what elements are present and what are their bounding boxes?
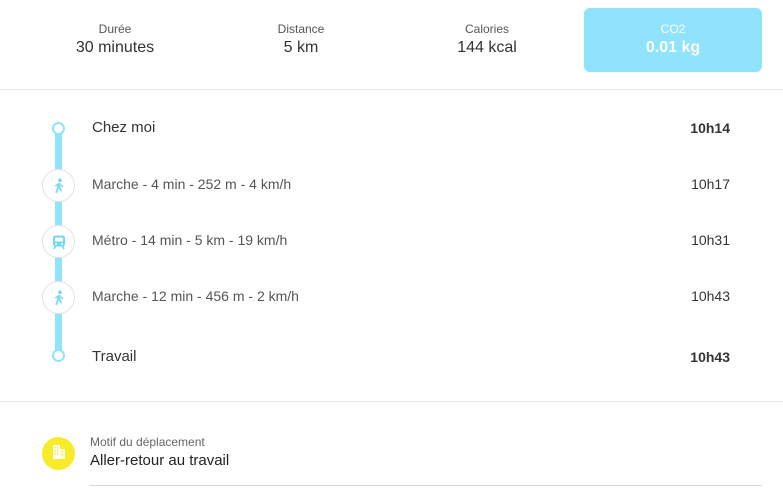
- walking-icon: [52, 178, 66, 194]
- end-time: 10h43: [690, 349, 730, 365]
- walking-icon: [52, 290, 66, 306]
- timeline-start-node: [52, 122, 65, 135]
- metro-icon: [51, 234, 67, 250]
- step-1-time: 10h17: [691, 176, 730, 192]
- trip-stats-bar: Durée 30 minutes Distance 5 km Calories …: [0, 0, 783, 90]
- start-time: 10h14: [690, 120, 730, 136]
- motif-badge: [42, 437, 75, 470]
- step-2-time: 10h31: [691, 232, 730, 248]
- timeline-end-node: [52, 349, 65, 362]
- step-3-time: 10h43: [691, 288, 730, 304]
- step-1-mode-badge: [42, 169, 75, 202]
- itinerary-timeline: Chez moi 10h14 Marche - 4 min - 252 m - …: [0, 91, 783, 402]
- step-1-description: Marche - 4 min - 252 m - 4 km/h: [92, 176, 292, 192]
- stat-distance: Distance 5 km: [206, 8, 396, 72]
- step-3-description: Marche - 12 min - 456 m - 2 km/h: [92, 288, 299, 304]
- stat-co2-highlight[interactable]: CO2 0.01 kg: [584, 8, 762, 72]
- end-location: Travail: [92, 348, 137, 365]
- stat-distance-label: Distance: [277, 22, 325, 36]
- stat-calories-value: 144 kcal: [457, 39, 517, 56]
- start-location: Chez moi: [92, 119, 156, 136]
- stat-duree: Durée 30 minutes: [20, 8, 210, 72]
- step-3-mode-badge: [42, 281, 75, 314]
- motif-underline: [90, 485, 762, 486]
- stat-calories: Calories 144 kcal: [392, 8, 582, 72]
- motif-label: Motif du déplacement: [90, 435, 205, 449]
- stat-co2-value: 0.01 kg: [645, 39, 701, 56]
- stat-duree-value: 30 minutes: [75, 39, 155, 56]
- motif-value[interactable]: Aller-retour au travail: [90, 452, 229, 470]
- stat-co2-label: CO2: [660, 22, 686, 36]
- stat-calories-label: Calories: [464, 22, 509, 36]
- stat-duree-label: Durée: [98, 22, 132, 36]
- step-2-mode-badge: [42, 225, 75, 258]
- stat-distance-value: 5 km: [283, 39, 319, 56]
- step-2-description: Métro - 14 min - 5 km - 19 km/h: [92, 232, 288, 248]
- trip-purpose-section[interactable]: Motif du déplacement Aller-retour au tra…: [0, 403, 783, 492]
- building-icon: [51, 443, 67, 465]
